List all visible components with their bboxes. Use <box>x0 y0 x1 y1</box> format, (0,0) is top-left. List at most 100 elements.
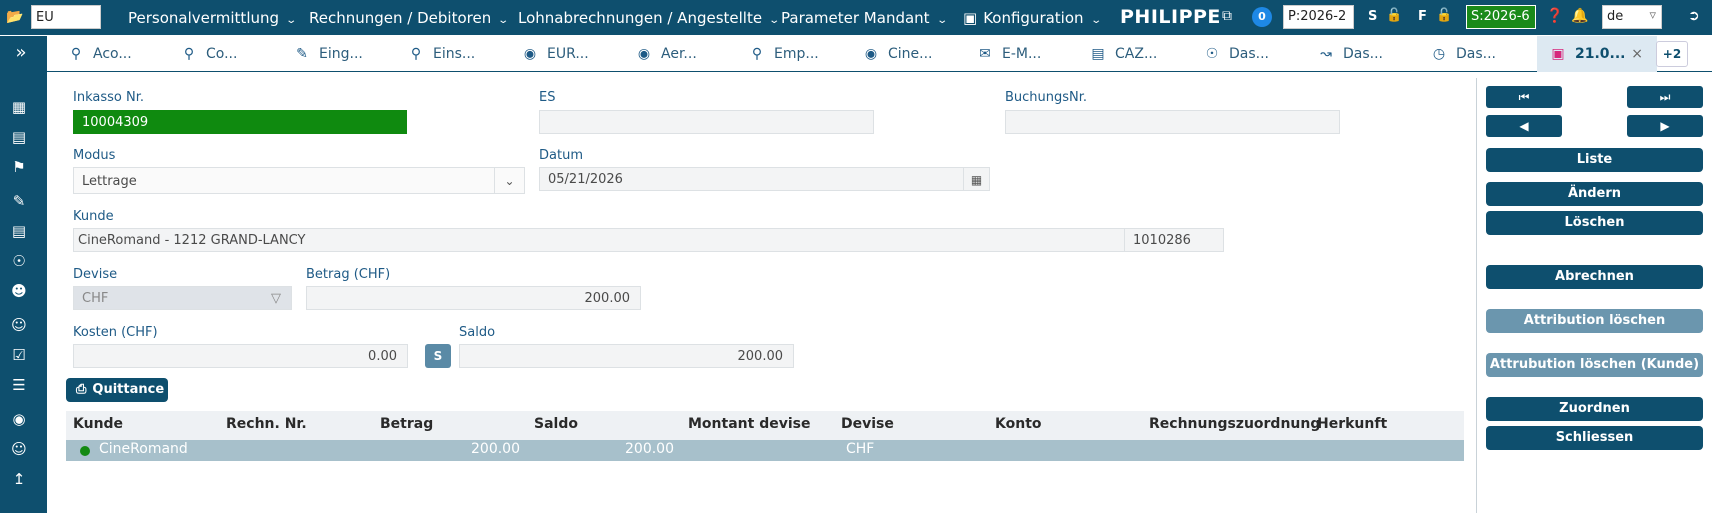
betrag-field[interactable]: 200.00 <box>306 286 641 310</box>
id-card-icon[interactable]: ▤ <box>0 222 38 240</box>
chevron-down-icon: ⌄ <box>768 15 781 26</box>
id-card-icon: ▤ <box>1091 46 1105 62</box>
attribution-loeschen-button[interactable]: Attribution löschen <box>1486 309 1703 333</box>
calendar-icon[interactable]: ▦ <box>963 168 989 190</box>
col-devise[interactable]: Devise <box>841 416 894 432</box>
tab-email[interactable]: ✉ E-M... <box>976 36 1041 72</box>
schliessen-button[interactable]: Schliessen <box>1486 426 1703 450</box>
tab-das-1[interactable]: ☉ Das... <box>1203 36 1269 72</box>
kosten-label: Kosten (CHF) <box>73 325 158 340</box>
users-icon[interactable]: ☻ <box>0 282 38 300</box>
buchungsnr-field[interactable] <box>1005 110 1340 134</box>
datum-field[interactable]: 05/21/2026 ▦ <box>539 167 990 191</box>
clock-icon: ◷ <box>1432 46 1446 62</box>
tab-das-3[interactable]: ◷ Das... <box>1430 36 1496 72</box>
kunde-field[interactable]: CineRomand - 1212 GRAND-LANCY <box>73 228 1125 252</box>
first-record-button[interactable]: ⏮ <box>1486 86 1562 108</box>
chevron-down-icon: ⌄ <box>494 168 524 193</box>
modus-value: Lettrage <box>82 174 137 189</box>
windows-icon[interactable]: ⧉ <box>1222 8 1232 24</box>
tab-eing[interactable]: ✎ Eing... <box>293 36 363 72</box>
clipboard-check-icon[interactable]: ☑ <box>0 346 38 364</box>
es-field[interactable] <box>539 110 874 134</box>
notification-count-badge[interactable]: 0 <box>1252 7 1272 27</box>
tab-das-2[interactable]: ↝ Das... <box>1317 36 1383 72</box>
tab-co[interactable]: ⚲ Co... <box>180 36 238 72</box>
cash-register-icon: ▣ <box>1551 46 1565 62</box>
col-betrag[interactable]: Betrag <box>380 416 433 432</box>
mandant-search-input[interactable] <box>31 5 101 29</box>
col-konto[interactable]: Konto <box>995 416 1042 432</box>
user-icon[interactable]: ☺ <box>0 316 38 334</box>
period-s-field[interactable]: S:2026-6 <box>1466 5 1536 29</box>
bell-icon[interactable]: 🔔 <box>1571 8 1588 24</box>
help-icon[interactable]: ❓ <box>1546 8 1563 24</box>
search-icon: ⚲ <box>751 46 763 62</box>
tab-cine[interactable]: ◉ Cine... <box>862 36 933 72</box>
col-montant-devise[interactable]: Montant devise <box>688 416 810 432</box>
modus-select[interactable]: Lettrage ⌄ <box>73 167 525 194</box>
col-rechnungszuordnung[interactable]: Rechnungszuordnung <box>1149 416 1320 432</box>
tab-21-active[interactable]: ▣ 21.0... × <box>1537 36 1657 72</box>
menu-lohnabrechnungen[interactable]: Lohnabrechnungen / Angestellte ⌄ <box>518 9 781 27</box>
language-select[interactable]: de ▿ <box>1602 5 1662 29</box>
datum-value: 05/21/2026 <box>548 172 623 187</box>
tab-aer[interactable]: ◉ Aer... <box>635 36 697 72</box>
calendar-icon[interactable]: ▦ <box>0 98 38 116</box>
devise-value: CHF <box>82 291 109 306</box>
aendern-button[interactable]: Ändern <box>1486 182 1703 206</box>
logout-icon[interactable]: ➲ <box>1688 8 1700 24</box>
menu-parameter-mandant[interactable]: Parameter Mandant ⌄ <box>781 9 948 27</box>
binoculars-icon: ◉ <box>523 46 537 62</box>
expand-sidebar-icon[interactable]: » <box>2 42 40 63</box>
letter-s-label: S <box>1368 9 1378 24</box>
tab-caz[interactable]: ▤ CAZ... <box>1089 36 1157 72</box>
hand-coin-icon[interactable]: ☉ <box>0 252 38 270</box>
tab-eur[interactable]: ◉ EUR... <box>521 36 589 72</box>
kunde-nr-field[interactable]: 1010286 <box>1124 228 1224 252</box>
devise-select[interactable]: CHF ▽ <box>73 286 292 310</box>
col-rechn-nr[interactable]: Rechn. Nr. <box>226 416 307 432</box>
menu-konfiguration[interactable]: ▣ Konfiguration ⌄ <box>963 9 1102 27</box>
table-row[interactable] <box>66 440 1464 461</box>
unlock-icon[interactable]: 🔓 <box>1436 8 1452 23</box>
loeschen-button[interactable]: Löschen <box>1486 211 1703 235</box>
quittance-button[interactable]: ⎙ Quittance <box>66 378 168 402</box>
last-record-button[interactable]: ⏭ <box>1627 86 1703 108</box>
search-icon: ⚲ <box>183 46 195 62</box>
s-button[interactable]: S <box>425 344 451 368</box>
col-saldo[interactable]: Saldo <box>534 416 578 432</box>
tab-eins[interactable]: ⚲ Eins... <box>407 36 475 72</box>
pencil-icon[interactable]: ✎ <box>0 192 38 210</box>
menu-rechnungen-debitoren[interactable]: Rechnungen / Debitoren ⌄ <box>309 9 509 27</box>
close-tab-icon[interactable]: × <box>1631 36 1643 72</box>
chevron-down-icon: ⌄ <box>285 15 298 26</box>
calendar-week-icon[interactable]: ▤ <box>0 128 38 146</box>
col-kunde[interactable]: Kunde <box>73 416 123 432</box>
triangle-down-icon: ▿ <box>1649 8 1656 23</box>
inkasso-nr-field[interactable]: 10004309 <box>73 110 407 134</box>
hand-coin-icon: ☉ <box>1205 46 1219 62</box>
liste-button[interactable]: Liste <box>1486 148 1703 172</box>
hand-upload-icon[interactable]: ↥ <box>0 470 38 488</box>
sliders-icon[interactable]: ☰ <box>0 376 38 394</box>
zuordnen-button[interactable]: Zuordnen <box>1486 397 1703 421</box>
user-clock-icon[interactable]: ☺ <box>0 440 38 458</box>
tab-emp[interactable]: ⚲ Emp... <box>748 36 819 72</box>
abrechnen-button[interactable]: Abrechnen <box>1486 265 1703 289</box>
saldo-field[interactable]: 200.00 <box>459 344 794 368</box>
unlock-icon[interactable]: 🔓 <box>1386 8 1402 23</box>
flag-icon[interactable]: ⚑ <box>0 158 38 176</box>
search-icon: ⚲ <box>70 46 82 62</box>
folder-icon[interactable]: 📂 <box>6 9 23 25</box>
kosten-field[interactable]: 0.00 <box>73 344 408 368</box>
binoculars-icon[interactable]: ◉ <box>0 410 38 428</box>
more-tabs-button[interactable]: +2 <box>1656 41 1688 67</box>
col-herkunft[interactable]: Herkunft <box>1317 416 1387 432</box>
period-p-field[interactable]: P:2026-2 <box>1283 5 1354 29</box>
menu-personalvermittlung[interactable]: Personalvermittlung ⌄ <box>128 9 298 27</box>
attribution-loeschen-kunde-button[interactable]: Attrubution löschen (Kunde) <box>1486 353 1703 377</box>
next-record-button[interactable]: ▶ <box>1627 115 1703 137</box>
prev-record-button[interactable]: ◀ <box>1486 115 1562 137</box>
tab-aco[interactable]: ⚲ Aco... <box>67 36 132 72</box>
